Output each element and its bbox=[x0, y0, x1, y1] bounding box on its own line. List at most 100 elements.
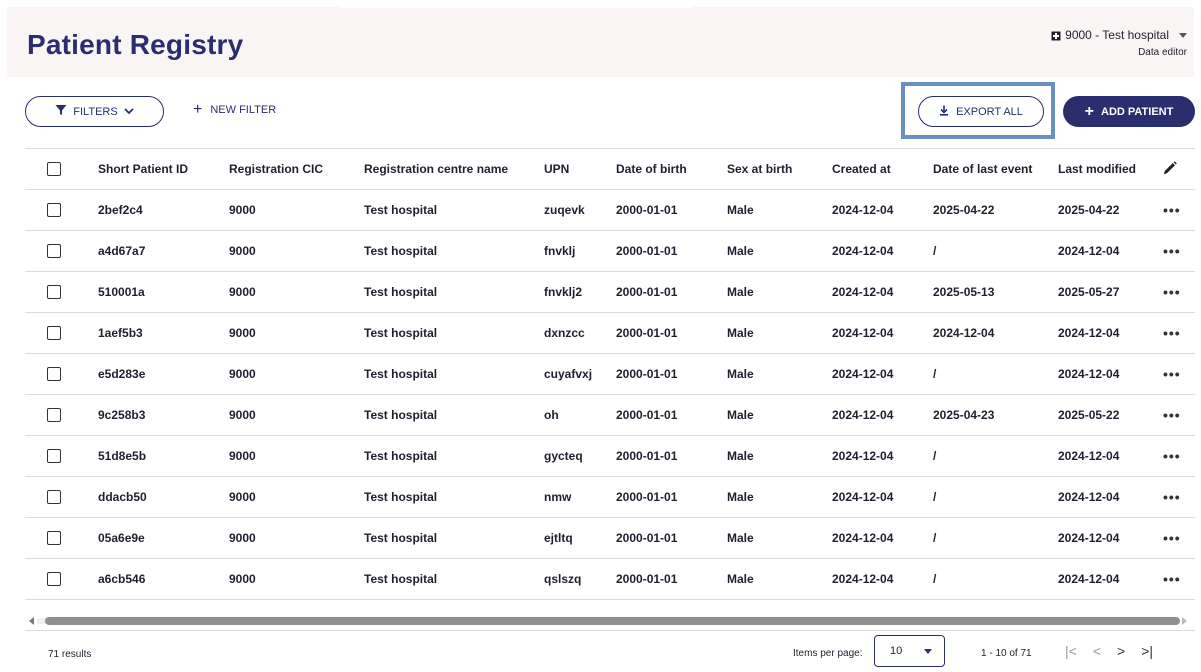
row-checkbox[interactable] bbox=[47, 490, 61, 505]
table-cell: 2000-01-01 bbox=[616, 230, 727, 272]
table-cell: Test hospital bbox=[364, 271, 544, 313]
table-cell: / bbox=[933, 558, 1058, 600]
table-cell: Test hospital bbox=[364, 517, 544, 559]
more-actions-icon[interactable]: ••• bbox=[1163, 571, 1181, 587]
next-page-icon[interactable]: > bbox=[1117, 643, 1125, 659]
table-cell: 05a6e9e bbox=[98, 517, 229, 559]
table-cell: Male bbox=[727, 394, 832, 436]
table-row[interactable]: 05a6e9e 9000 Test hospital ejtltq 2000-01-01… bbox=[25, 517, 1195, 559]
column-header[interactable]: Sex at birth bbox=[727, 148, 832, 190]
more-actions-icon[interactable]: ••• bbox=[1163, 530, 1181, 546]
table-row[interactable]: e5d283e 9000 Test hospital cuyafvxj 2000-01-… bbox=[25, 353, 1195, 395]
column-header[interactable]: Registration CIC bbox=[229, 148, 364, 190]
more-actions-icon[interactable]: ••• bbox=[1163, 284, 1181, 300]
new-filter-button[interactable]: + NEW FILTER bbox=[193, 102, 276, 118]
table-cell: 2025-04-22 bbox=[1058, 189, 1163, 231]
table-cell: / bbox=[933, 476, 1058, 518]
table-row[interactable]: 2bef2c4 9000 Test hospital zuqevk 2000-01-01… bbox=[25, 189, 1195, 231]
patient-table: Short Patient ID Registration CIC Regist… bbox=[25, 148, 1195, 600]
row-checkbox[interactable] bbox=[47, 326, 61, 341]
table-cell: a6cb546 bbox=[98, 558, 229, 600]
table-cell: Male bbox=[727, 353, 832, 395]
table-cell: Test hospital bbox=[364, 353, 544, 395]
table-header-row: Short Patient ID Registration CIC Regist… bbox=[25, 148, 1195, 190]
add-patient-button[interactable]: + ADD PATIENT bbox=[1063, 96, 1195, 127]
table-row[interactable]: 510001a 9000 Test hospital fnvklj2 2000-01-0… bbox=[25, 271, 1195, 313]
table-row[interactable]: 1aef5b3 9000 Test hospital dxnzcc 2000-01-01… bbox=[25, 312, 1195, 354]
table-cell: 2000-01-01 bbox=[616, 517, 727, 559]
more-actions-icon[interactable]: ••• bbox=[1163, 448, 1181, 464]
row-checkbox[interactable] bbox=[47, 285, 61, 300]
first-page-icon[interactable]: |< bbox=[1065, 643, 1077, 659]
table-cell: 9000 bbox=[229, 394, 364, 436]
table-cell: Test hospital bbox=[364, 189, 544, 231]
row-checkbox[interactable] bbox=[47, 244, 61, 259]
table-cell: a4d67a7 bbox=[98, 230, 229, 272]
column-header[interactable]: Short Patient ID bbox=[98, 148, 229, 190]
table-cell: 9000 bbox=[229, 435, 364, 477]
last-page-icon[interactable]: >| bbox=[1141, 643, 1153, 659]
select-all-checkbox[interactable] bbox=[47, 162, 61, 177]
pencil-icon[interactable] bbox=[1163, 160, 1177, 178]
hospital-selector[interactable]: 9000 - Test hospital Data editor bbox=[1051, 28, 1187, 58]
hospital-name: 9000 - Test hospital bbox=[1065, 28, 1169, 42]
table-cell: / bbox=[933, 353, 1058, 395]
more-actions-icon[interactable]: ••• bbox=[1163, 489, 1181, 505]
row-checkbox[interactable] bbox=[47, 572, 61, 587]
column-header[interactable]: Registration centre name bbox=[364, 148, 544, 190]
table-cell: 2024-12-04 bbox=[832, 476, 933, 518]
table-cell: 2024-12-04 bbox=[1058, 230, 1163, 272]
filter-icon bbox=[55, 104, 67, 119]
table-cell: 2024-12-04 bbox=[1058, 312, 1163, 354]
table-cell: Test hospital bbox=[364, 558, 544, 600]
table-cell: / bbox=[933, 230, 1058, 272]
more-actions-icon[interactable]: ••• bbox=[1163, 325, 1181, 341]
scroll-left-arrow-icon[interactable] bbox=[29, 617, 34, 625]
row-checkbox[interactable] bbox=[47, 531, 61, 546]
column-header[interactable]: Created at bbox=[832, 148, 933, 190]
table-cell: Male bbox=[727, 312, 832, 354]
more-actions-icon[interactable]: ••• bbox=[1163, 202, 1181, 218]
previous-page-icon[interactable]: < bbox=[1093, 643, 1101, 659]
row-checkbox[interactable] bbox=[47, 449, 61, 464]
table-cell: 2024-12-04 bbox=[933, 312, 1058, 354]
filters-button[interactable]: FILTERS bbox=[25, 96, 164, 127]
column-header[interactable]: Date of birth bbox=[616, 148, 727, 190]
table-row[interactable]: a6cb546 9000 Test hospital qslszq 2000-01-01… bbox=[25, 558, 1195, 600]
row-checkbox[interactable] bbox=[47, 408, 61, 423]
row-checkbox[interactable] bbox=[47, 367, 61, 382]
column-header[interactable]: UPN bbox=[544, 148, 616, 190]
table-cell: qslszq bbox=[544, 558, 616, 600]
table-cell: 2024-12-04 bbox=[832, 558, 933, 600]
table-cell: 9000 bbox=[229, 517, 364, 559]
table-cell: 2024-12-04 bbox=[1058, 476, 1163, 518]
table-cell: nmw bbox=[544, 476, 616, 518]
horizontal-scrollbar[interactable] bbox=[25, 613, 1195, 629]
scroll-thumb[interactable] bbox=[45, 617, 1180, 625]
scroll-right-arrow-icon[interactable] bbox=[1182, 617, 1187, 625]
export-all-button[interactable]: EXPORT ALL bbox=[918, 96, 1044, 127]
table-row[interactable]: a4d67a7 9000 Test hospital fnvklj 2000-01-01… bbox=[25, 230, 1195, 272]
more-actions-icon[interactable]: ••• bbox=[1163, 407, 1181, 423]
table-cell: fnvklj2 bbox=[544, 271, 616, 313]
table-cell: 2025-04-22 bbox=[933, 189, 1058, 231]
table-cell: 2024-12-04 bbox=[1058, 435, 1163, 477]
items-per-page-select[interactable]: 10 bbox=[874, 635, 945, 667]
table-cell: 2bef2c4 bbox=[98, 189, 229, 231]
chevron-down-icon[interactable] bbox=[1179, 32, 1187, 38]
more-actions-icon[interactable]: ••• bbox=[1163, 243, 1181, 259]
row-checkbox[interactable] bbox=[47, 203, 61, 218]
table-row[interactable]: 51d8e5b 9000 Test hospital gycteq 2000-01-01… bbox=[25, 435, 1195, 477]
table-cell: Test hospital bbox=[364, 394, 544, 436]
table-cell: 2000-01-01 bbox=[616, 353, 727, 395]
table-cell: 2024-12-04 bbox=[832, 435, 933, 477]
column-header[interactable]: Last modified bbox=[1058, 148, 1163, 190]
plus-icon: + bbox=[1084, 102, 1095, 120]
table-cell: 9c258b3 bbox=[98, 394, 229, 436]
column-header[interactable]: Date of last event bbox=[933, 148, 1058, 190]
more-actions-icon[interactable]: ••• bbox=[1163, 366, 1181, 382]
table-cell: fnvklj bbox=[544, 230, 616, 272]
table-row[interactable]: ddacb50 9000 Test hospital nmw 2000-01-01 Mal… bbox=[25, 476, 1195, 518]
table-cell: cuyafvxj bbox=[544, 353, 616, 395]
table-row[interactable]: 9c258b3 9000 Test hospital oh 2000-01-01 Male… bbox=[25, 394, 1195, 436]
